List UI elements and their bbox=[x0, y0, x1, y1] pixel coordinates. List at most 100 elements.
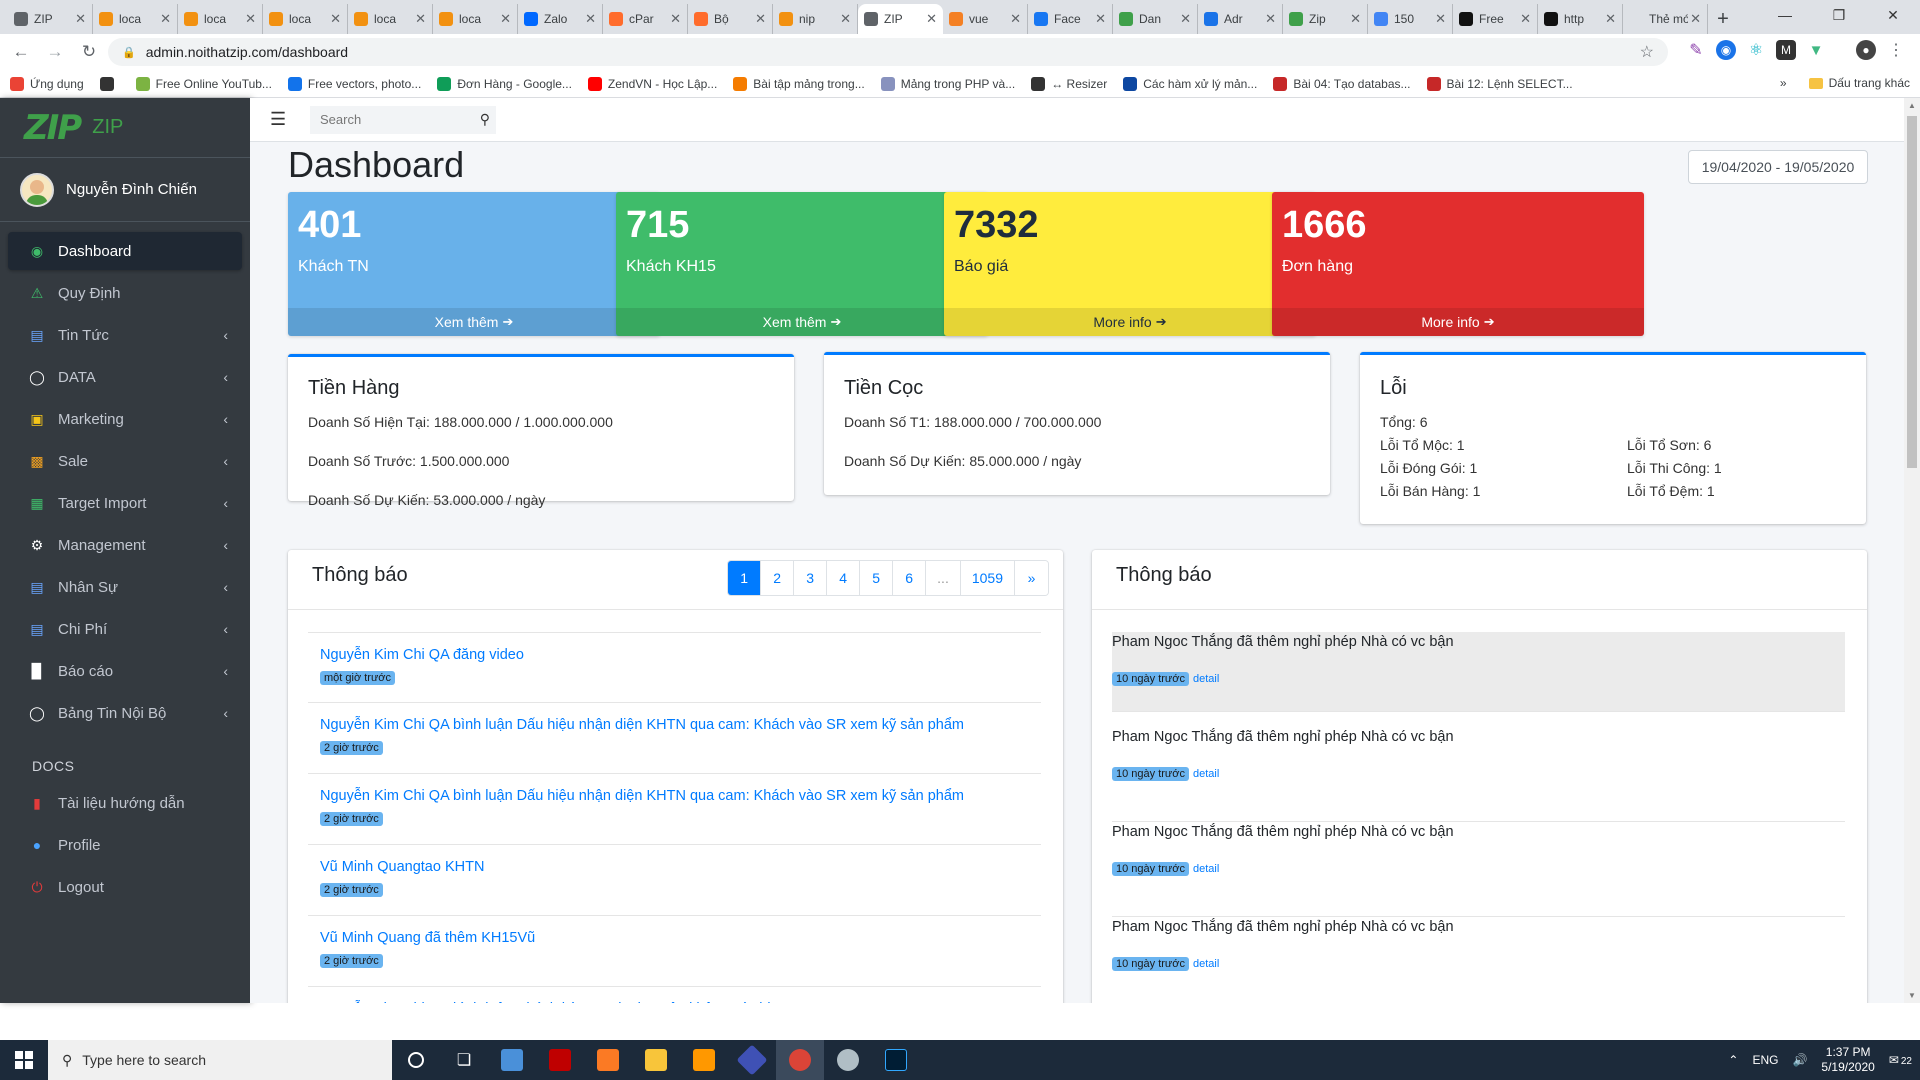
browser-tab[interactable]: loca ✕ bbox=[433, 4, 518, 34]
browser-menu-icon[interactable]: ⋮ bbox=[1886, 40, 1906, 60]
bookmark-star-icon[interactable]: ☆ bbox=[1640, 42, 1654, 62]
close-tab-icon[interactable]: ✕ bbox=[840, 11, 851, 27]
browser-tab[interactable]: Thẻ mới✕ bbox=[1623, 4, 1708, 34]
page-link[interactable]: 2 bbox=[761, 561, 795, 595]
browser-tab[interactable]: loca ✕ bbox=[178, 4, 263, 34]
close-tab-icon[interactable]: ✕ bbox=[1435, 11, 1446, 27]
close-tab-icon[interactable]: ✕ bbox=[160, 11, 171, 27]
user-panel[interactable]: Nguyễn Đình Chiến bbox=[0, 158, 250, 222]
windows-start-icon[interactable] bbox=[0, 1040, 48, 1080]
page-scrollbar[interactable]: ▲ ▼ bbox=[1904, 98, 1920, 1003]
profile-avatar-icon[interactable]: ● bbox=[1856, 40, 1876, 60]
bookmark-item[interactable] bbox=[99, 76, 120, 91]
bookmark-item[interactable]: Ứng dụng bbox=[10, 76, 84, 91]
filezilla-icon[interactable] bbox=[536, 1040, 584, 1080]
pen-extension-icon[interactable]: ✎ bbox=[1686, 40, 1706, 60]
stat-more-link[interactable]: More info ➔ bbox=[1272, 308, 1644, 336]
detail-link[interactable]: detail bbox=[1193, 958, 1219, 970]
notification-link[interactable]: Nguyễn Kim Chi QA bình luận Dấu hiệu nhậ… bbox=[320, 788, 1041, 804]
bookmark-item[interactable]: Free Online YouTub... bbox=[135, 76, 272, 91]
app-icon[interactable] bbox=[824, 1040, 872, 1080]
page-link[interactable]: 1059 bbox=[960, 561, 1015, 595]
close-tab-icon[interactable]: ✕ bbox=[500, 11, 511, 27]
new-tab-icon[interactable]: + bbox=[1708, 4, 1738, 34]
sidebar-item-data[interactable]: ◯ DATA ‹ bbox=[8, 358, 242, 396]
stat-more-link[interactable]: Xem thêm ➔ bbox=[288, 308, 660, 336]
close-tab-icon[interactable]: ✕ bbox=[1095, 11, 1106, 27]
sidebar-item-chi-phí[interactable]: ▤ Chi Phí ‹ bbox=[8, 610, 242, 648]
sidebar-item-target-import[interactable]: ▦ Target Import ‹ bbox=[8, 484, 242, 522]
close-tab-icon[interactable]: ✕ bbox=[1520, 11, 1531, 27]
browser-tab[interactable]: Bộ ✕ bbox=[688, 4, 773, 34]
git-icon[interactable] bbox=[728, 1040, 776, 1080]
file-explorer-icon[interactable] bbox=[632, 1040, 680, 1080]
close-tab-icon[interactable]: ✕ bbox=[1180, 11, 1191, 27]
back-icon[interactable]: ← bbox=[8, 39, 34, 65]
taskbar-search-input[interactable]: ⚲ Type here to search bbox=[48, 1040, 392, 1080]
task-view-icon[interactable]: ❏ bbox=[440, 1040, 488, 1080]
bookmark-item[interactable]: ZendVN - Học Lập... bbox=[587, 76, 717, 91]
browser-tab[interactable]: loca ✕ bbox=[93, 4, 178, 34]
scrollbar-thumb[interactable] bbox=[1907, 116, 1917, 468]
brand[interactable]: ZIP ZIP bbox=[0, 98, 250, 158]
search-icon[interactable]: ⚲ bbox=[480, 111, 490, 128]
close-tab-icon[interactable]: ✕ bbox=[755, 11, 766, 27]
page-link[interactable]: 1 bbox=[728, 561, 762, 595]
minimize-icon[interactable]: — bbox=[1758, 0, 1812, 30]
sidebar-item-user[interactable]: ● Profile bbox=[8, 826, 242, 864]
bookmark-item[interactable]: Bài tập mảng trong... bbox=[733, 76, 865, 91]
browser-tab[interactable]: Adr ✕ bbox=[1198, 4, 1283, 34]
page-link[interactable]: 6 bbox=[893, 561, 927, 595]
browser-tab[interactable]: http ✕ bbox=[1538, 4, 1623, 34]
close-tab-icon[interactable]: ✕ bbox=[75, 11, 86, 27]
react-extension-icon[interactable]: ⚛ bbox=[1746, 40, 1766, 60]
close-tab-icon[interactable]: ✕ bbox=[670, 11, 681, 27]
browser-tab[interactable]: Free ✕ bbox=[1453, 4, 1538, 34]
stat-more-link[interactable]: Xem thêm ➔ bbox=[616, 308, 988, 336]
browser-tab[interactable]: cPar ✕ bbox=[603, 4, 688, 34]
cortana-icon[interactable] bbox=[392, 1040, 440, 1080]
notification-link[interactable]: Vũ Minh Quang đã thêm KH15Vũ bbox=[320, 930, 1041, 946]
browser-tab[interactable]: Zalo ✕ bbox=[518, 4, 603, 34]
sublime-icon[interactable] bbox=[680, 1040, 728, 1080]
sidebar-item-quy-định[interactable]: ⚠ Quy Định bbox=[8, 274, 242, 312]
search-input[interactable]: Search ⚲ bbox=[310, 105, 496, 134]
notification-center-icon[interactable]: ✉ 22 bbox=[1889, 1053, 1912, 1067]
forward-icon[interactable]: → bbox=[42, 39, 68, 65]
browser-tab[interactable]: loca ✕ bbox=[348, 4, 433, 34]
language-indicator[interactable]: ENG bbox=[1752, 1053, 1778, 1067]
sidebar-item-marketing[interactable]: ▣ Marketing ‹ bbox=[8, 400, 242, 438]
close-tab-icon[interactable]: ✕ bbox=[1690, 11, 1701, 27]
bookmark-item[interactable]: Các hàm xử lý mản... bbox=[1123, 76, 1257, 91]
page-link[interactable]: ... bbox=[926, 561, 961, 595]
browser-tab[interactable]: 150 ✕ bbox=[1368, 4, 1453, 34]
sidebar-item-báo-cáo[interactable]: ▉ Báo cáo ‹ bbox=[8, 652, 242, 690]
detail-link[interactable]: detail bbox=[1193, 673, 1219, 685]
close-tab-icon[interactable]: ✕ bbox=[1265, 11, 1276, 27]
browser-tab[interactable]: vue ✕ bbox=[943, 4, 1028, 34]
notification-link[interactable]: Vũ Minh Quangtao KHTN bbox=[320, 859, 1041, 875]
date-range-picker[interactable]: 19/04/2020 - 19/05/2020 bbox=[1688, 150, 1868, 184]
close-tab-icon[interactable]: ✕ bbox=[1010, 11, 1021, 27]
browser-tab[interactable]: ZIP ✕ bbox=[8, 4, 93, 34]
url-bar[interactable]: 🔒 admin.noithatzip.com/dashboard ☆ bbox=[108, 38, 1668, 66]
m-extension-icon[interactable]: M bbox=[1776, 40, 1796, 60]
chrome-icon[interactable] bbox=[776, 1040, 824, 1080]
reload-icon[interactable]: ↻ bbox=[76, 39, 102, 65]
notification-link[interactable]: Nguyễn Kim Chi QA đăng video bbox=[320, 647, 1041, 663]
hamburger-menu-icon[interactable]: ☰ bbox=[270, 109, 290, 130]
bookmark-item[interactable]: ↔ Resizer bbox=[1031, 76, 1107, 91]
sidebar-item-tin-tức[interactable]: ▤ Tin Tức ‹ bbox=[8, 316, 242, 354]
other-bookmarks[interactable]: Dấu trang khác bbox=[1829, 76, 1910, 90]
close-tab-icon[interactable]: ✕ bbox=[245, 11, 256, 27]
sidebar-item-bảng-tin-nội-bộ[interactable]: ◯ Bảng Tin Nội Bộ ‹ bbox=[8, 694, 242, 732]
bookmark-item[interactable]: Đơn Hàng - Google... bbox=[437, 76, 572, 91]
notification-link[interactable]: Nguyễn Kim Chi QA bình luận Dấu hiệu nhậ… bbox=[320, 717, 1041, 733]
page-link[interactable]: » bbox=[1015, 561, 1048, 595]
extension-icon[interactable]: ◉ bbox=[1716, 40, 1736, 60]
browser-tab[interactable]: Zip ✕ bbox=[1283, 4, 1368, 34]
notification-link[interactable]: Nguyễn Kim Chi QA bình luận Khách hàng m… bbox=[320, 1001, 1041, 1003]
computer-app-icon[interactable] bbox=[488, 1040, 536, 1080]
sidebar-item-dashboard[interactable]: ◉ Dashboard bbox=[8, 232, 242, 270]
scroll-down-icon[interactable]: ▼ bbox=[1908, 991, 1916, 1000]
